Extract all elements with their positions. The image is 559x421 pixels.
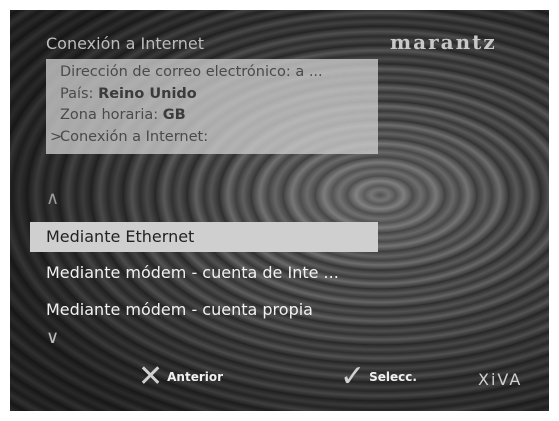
email-row: Dirección de correo electrónico: a ... [60, 64, 323, 80]
option-ethernet[interactable]: Mediante Ethernet [30, 222, 378, 252]
connection-label: Conexión a Internet: [60, 129, 209, 145]
country-label: País: [60, 86, 94, 102]
select-button[interactable]: ✓ Selecc. [340, 362, 417, 392]
timezone-value: GB [162, 107, 186, 123]
marantz-logo: marantz [390, 30, 497, 54]
select-label: Selecc. [369, 370, 417, 384]
back-label: Anterior [167, 370, 224, 384]
check-icon: ✓ [340, 359, 366, 394]
timezone-label: Zona horaria: [60, 107, 159, 123]
connection-row: >Conexión a Internet: [50, 129, 208, 145]
scroll-up-icon[interactable]: ∧ [46, 188, 59, 209]
settings-summary-panel: Dirección de correo electrónico: a ... P… [46, 59, 378, 154]
xiva-logo: XiVA [478, 370, 523, 389]
scroll-down-icon[interactable]: ∨ [46, 327, 59, 348]
option-modem-own-account[interactable]: Mediante módem - cuenta propia [30, 295, 378, 325]
page-title: Conexión a Internet [46, 34, 205, 53]
x-icon: ✕ [138, 359, 164, 394]
country-value: Reino Unido [98, 86, 197, 102]
timezone-row: Zona horaria: GB [60, 107, 186, 123]
option-modem-internet-account[interactable]: Mediante módem - cuenta de Inte ... [30, 258, 378, 288]
country-row: País: Reino Unido [60, 86, 197, 102]
cursor-arrow-icon: > [50, 129, 63, 145]
tv-screen: Conexión a Internet marantz Dirección de… [10, 10, 549, 411]
back-button[interactable]: ✕ Anterior [138, 362, 223, 392]
